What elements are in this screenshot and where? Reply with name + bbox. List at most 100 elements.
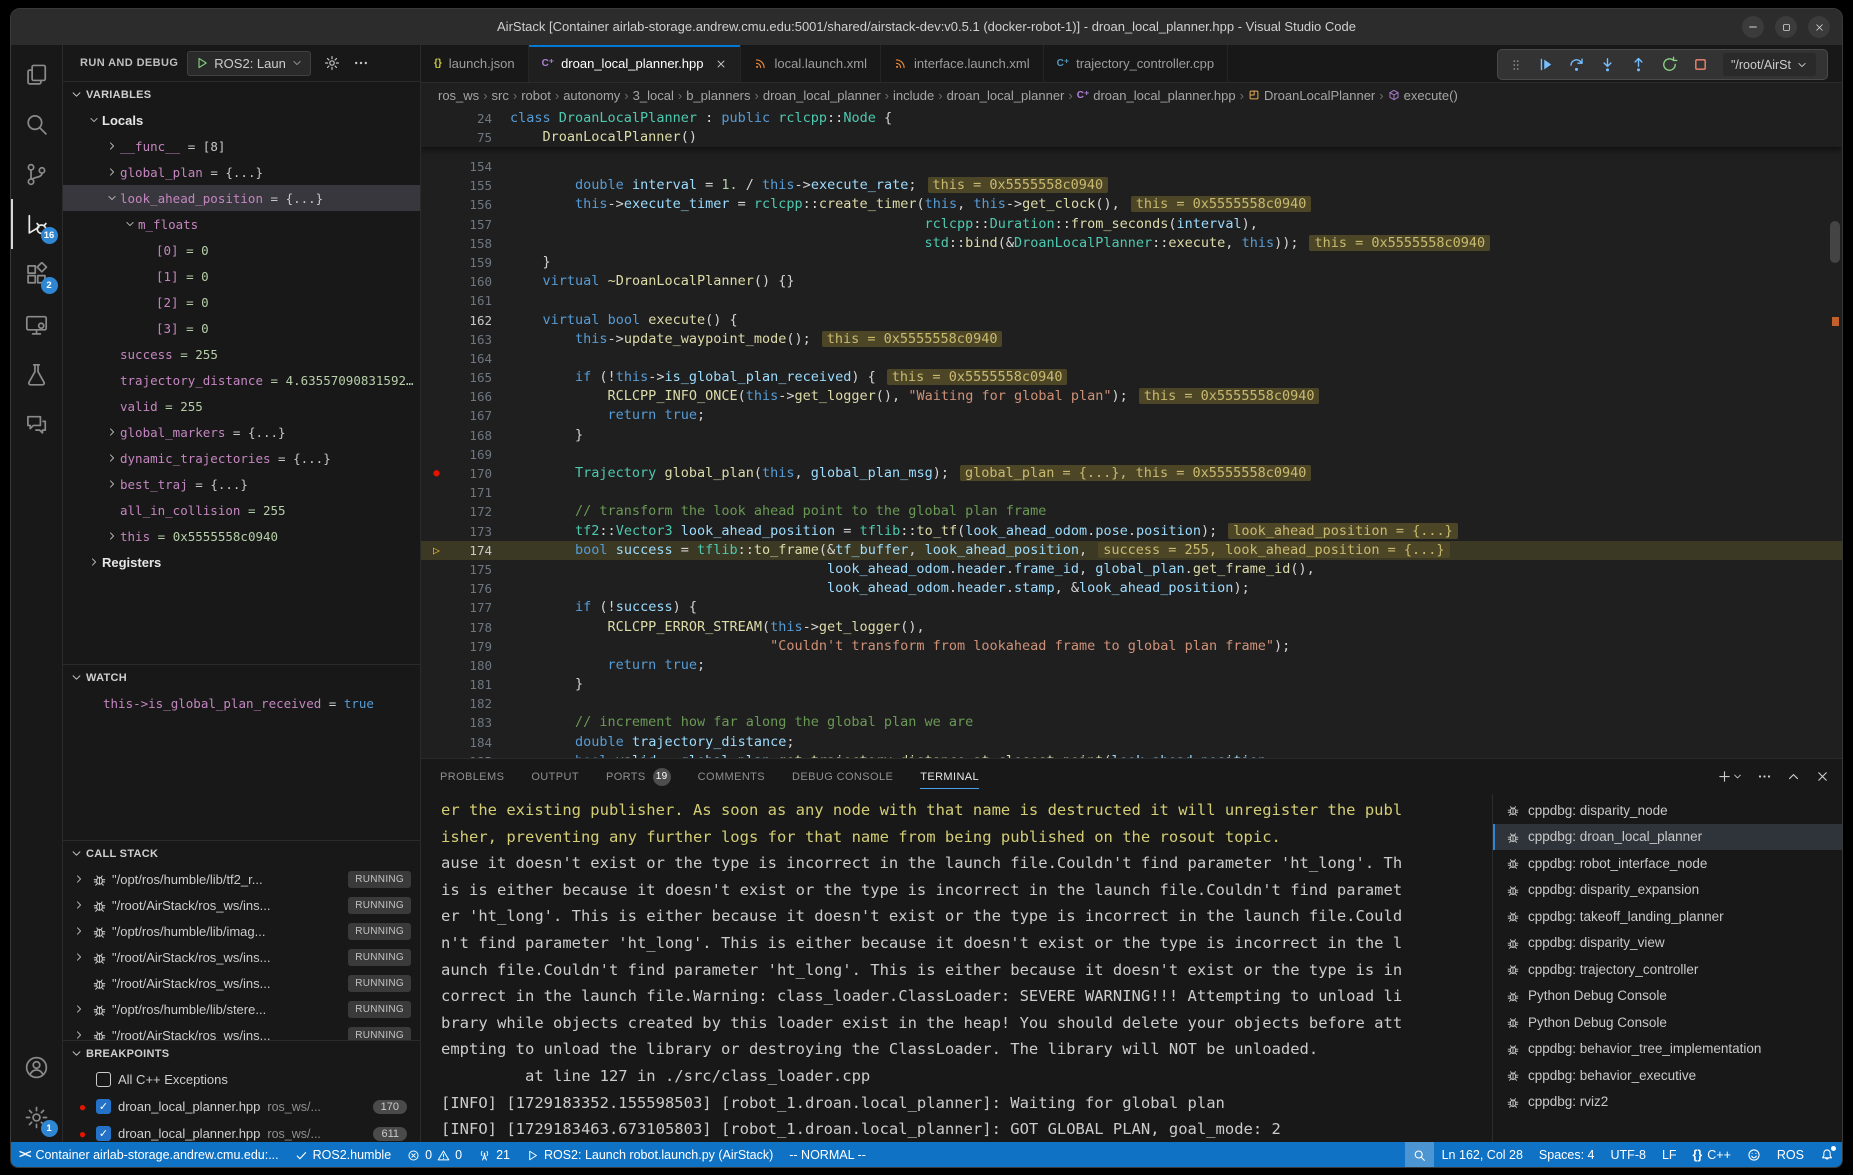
close-icon[interactable] xyxy=(715,58,727,70)
gutter[interactable]: 160 xyxy=(421,272,497,291)
tab-interface.launch.xml[interactable]: interface.launch.xml xyxy=(881,45,1044,82)
maximize-panel-icon[interactable] xyxy=(1786,769,1801,784)
terminal-list-item[interactable]: cppdbg: rviz2 xyxy=(1493,1089,1842,1116)
editor-scrollbar[interactable] xyxy=(1830,221,1840,263)
activity-explorer-icon[interactable] xyxy=(11,49,63,99)
variable-row[interactable]: all_in_collision = 255 xyxy=(63,497,420,523)
gutter[interactable]: 173 xyxy=(421,522,497,541)
ros-extension[interactable]: ROS xyxy=(1769,1142,1812,1168)
gutter[interactable]: 177 xyxy=(421,598,497,617)
close-panel-icon[interactable] xyxy=(1815,769,1830,784)
activity-remote-explorer-icon[interactable] xyxy=(11,299,63,349)
breadcrumb-item[interactable]: ros_ws xyxy=(438,88,479,103)
notifications-bell-icon[interactable] xyxy=(1812,1142,1842,1168)
terminal-list-item[interactable]: cppdbg: takeoff_landing_planner xyxy=(1493,903,1842,930)
variable-row[interactable]: [3] = 0 xyxy=(63,315,420,341)
activity-source-control-icon[interactable] xyxy=(11,149,63,199)
terminal-list-item[interactable]: cppdbg: droan_local_planner xyxy=(1493,824,1842,851)
gutter[interactable]: 181 xyxy=(421,675,497,694)
gutter[interactable]: 175 xyxy=(421,560,497,579)
variable-row[interactable]: trajectory_distance = 4.63557090831592… xyxy=(63,367,420,393)
variable-row[interactable]: global_markers = {...} xyxy=(63,419,420,445)
variable-row[interactable]: [2] = 0 xyxy=(63,289,420,315)
panel-tab-terminal[interactable]: TERMINAL xyxy=(920,759,979,794)
breakpoint-row[interactable]: ●✓droan_local_planner.hppros_ws/...170 xyxy=(63,1093,420,1120)
terminal-list-item[interactable]: cppdbg: trajectory_controller xyxy=(1493,956,1842,983)
debug-launch-status[interactable]: ROS2: Launch robot.launch.py (AirStack) xyxy=(518,1142,781,1168)
zoom-indicator[interactable] xyxy=(1405,1142,1434,1168)
gutter[interactable]: 167 xyxy=(421,406,497,425)
breadcrumb-file[interactable]: droan_local_planner.hpp xyxy=(1093,88,1235,103)
gutter[interactable]: 154 xyxy=(421,157,497,176)
panel-tab-comments[interactable]: COMMENTS xyxy=(698,759,765,794)
more-actions-icon[interactable] xyxy=(1757,769,1772,784)
watch-header[interactable]: WATCH xyxy=(63,665,420,690)
start-debug-icon[interactable] xyxy=(195,56,209,70)
variable-row[interactable]: look_ahead_position = {...} xyxy=(63,185,420,211)
activity-search-icon[interactable] xyxy=(11,99,63,149)
tab-launch.json[interactable]: {}launch.json xyxy=(421,45,529,82)
debug-session-dropdown[interactable]: "/root/AirSt xyxy=(1723,53,1816,76)
gutter[interactable]: 156 xyxy=(421,195,497,214)
breadcrumb-item[interactable]: robot xyxy=(521,88,551,103)
terminal-list-item[interactable]: cppdbg: robot_interface_node xyxy=(1493,850,1842,877)
variable-row[interactable]: this = 0x5555558c0940 xyxy=(63,523,420,549)
call-stack-row[interactable]: "/opt/ros/humble/lib/tf2_r...RUNNING xyxy=(63,866,420,892)
encoding[interactable]: UTF-8 xyxy=(1603,1142,1654,1168)
activity-accounts-icon[interactable] xyxy=(11,1042,63,1092)
call-stack-row[interactable]: "/root/AirStack/ros_ws/ins...RUNNING xyxy=(63,1022,420,1040)
call-stack-row[interactable]: "/opt/ros/humble/lib/stere...RUNNING xyxy=(63,996,420,1022)
breadcrumb-item[interactable]: include xyxy=(893,88,934,103)
gutter[interactable]: ▷174 xyxy=(421,541,497,560)
gutter[interactable]: 24 xyxy=(421,109,497,128)
panel-tab-ports[interactable]: PORTS19 xyxy=(606,759,671,794)
call-stack-row[interactable]: "/root/AirStack/ros_ws/ins...RUNNING xyxy=(63,970,420,996)
gear-icon[interactable] xyxy=(324,55,340,71)
gutter[interactable]: 158 xyxy=(421,234,497,253)
terminal-list-item[interactable]: cppdbg: disparity_node xyxy=(1493,797,1842,824)
gutter[interactable]: 180 xyxy=(421,656,497,675)
activity-run-debug-icon[interactable]: 16 xyxy=(11,199,63,249)
gutter[interactable]: 161 xyxy=(421,291,497,310)
activity-comments-icon[interactable] xyxy=(11,399,63,449)
stop-icon[interactable] xyxy=(1692,56,1709,73)
grip-icon[interactable] xyxy=(1509,58,1523,72)
ros2-status[interactable]: ROS2.humble xyxy=(287,1142,400,1168)
breadcrumb[interactable]: ros_ws›src›robot›autonomy›3_local›b_plan… xyxy=(421,83,1842,107)
breakpoint-row[interactable]: ●✓droan_local_planner.hppros_ws/...611 xyxy=(63,1120,420,1142)
activity-testing-icon[interactable] xyxy=(11,349,63,399)
language-mode[interactable]: {}C++ xyxy=(1685,1142,1739,1168)
gutter[interactable]: 75 xyxy=(421,128,497,147)
variable-row[interactable]: Registers xyxy=(63,549,420,575)
gutter[interactable]: 182 xyxy=(421,694,497,713)
restart-icon[interactable] xyxy=(1661,56,1678,73)
ports-status[interactable]: 21 xyxy=(470,1142,518,1168)
panel-tab-problems[interactable]: PROBLEMS xyxy=(440,759,504,794)
breakpoint-row[interactable]: All C++ Exceptions xyxy=(63,1066,420,1093)
breadcrumb-item[interactable]: autonomy xyxy=(563,88,620,103)
breadcrumb-item[interactable]: droan_local_planner xyxy=(947,88,1065,103)
gutter[interactable]: 179 xyxy=(421,637,497,656)
gutter[interactable]: 172 xyxy=(421,502,497,521)
gutter[interactable]: 169 xyxy=(421,445,497,464)
feedback-smiley-icon[interactable] xyxy=(1739,1142,1769,1168)
variables-header[interactable]: VARIABLES xyxy=(63,82,420,107)
gutter[interactable]: 165 xyxy=(421,368,497,387)
panel-tab-debug-console[interactable]: DEBUG CONSOLE xyxy=(792,759,893,794)
panel-tab-output[interactable]: OUTPUT xyxy=(531,759,579,794)
variable-row[interactable]: dynamic_trajectories = {...} xyxy=(63,445,420,471)
continue-icon[interactable] xyxy=(1537,56,1554,73)
variable-row[interactable]: Locals xyxy=(63,107,420,133)
activity-extensions-icon[interactable]: 2 xyxy=(11,249,63,299)
watch-row[interactable]: this->is_global_plan_received = true xyxy=(63,690,420,716)
tab-droan_local_planner.hpp[interactable]: C⁺droan_local_planner.hpp xyxy=(529,45,742,82)
close-button[interactable] xyxy=(1808,16,1830,38)
step-out-icon[interactable] xyxy=(1630,56,1647,73)
tab-local.launch.xml[interactable]: local.launch.xml xyxy=(741,45,881,82)
eol[interactable]: LF xyxy=(1654,1142,1685,1168)
gutter[interactable]: ●170 xyxy=(421,464,497,483)
checkbox[interactable] xyxy=(96,1072,111,1087)
terminal-list-item[interactable]: cppdbg: behavior_executive xyxy=(1493,1062,1842,1089)
gutter[interactable]: 176 xyxy=(421,579,497,598)
breadcrumb-class[interactable]: DroanLocalPlanner xyxy=(1264,88,1375,103)
